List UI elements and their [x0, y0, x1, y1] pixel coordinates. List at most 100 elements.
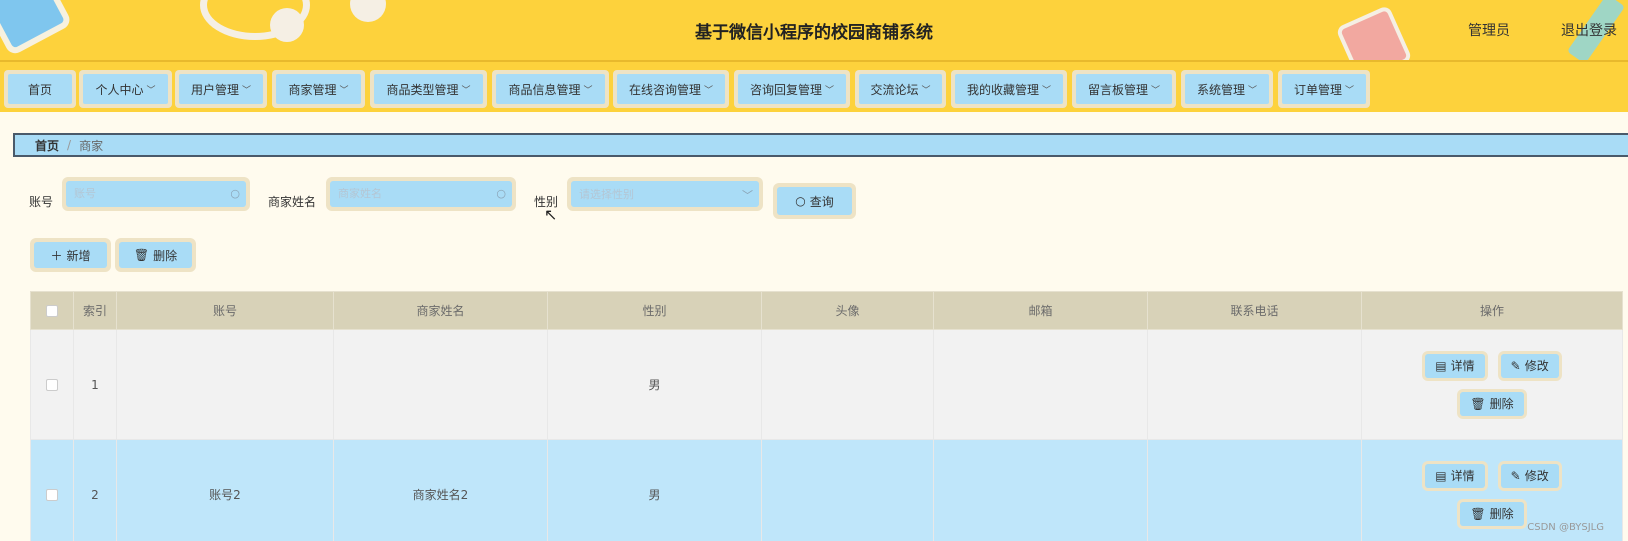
account-label: 账号	[29, 195, 54, 209]
nav-item-label: 商品信息管理	[508, 82, 581, 97]
logout-link[interactable]: 退出登录	[1561, 20, 1617, 40]
chevron-down-icon: ﹀	[146, 85, 156, 96]
mouse-cursor-icon: ↖	[544, 205, 558, 224]
column-header: 商家姓名	[333, 291, 548, 330]
search-icon: ○	[496, 187, 506, 200]
breadcrumb-home[interactable]: 首页	[35, 137, 59, 154]
nav-item-order-management[interactable]: 订单管理 ﹀	[1278, 70, 1370, 108]
nav-item-label: 商品类型管理	[386, 82, 459, 97]
column-header: 联系电话	[1147, 291, 1362, 330]
edit-button-label: 修改	[1524, 359, 1549, 373]
edit-button[interactable]: ✎ 修改	[1497, 350, 1562, 381]
breadcrumb: 首页 / 商家	[13, 133, 1628, 157]
nav-item-label: 交流论坛	[870, 82, 919, 97]
chevron-down-icon: ﹀	[461, 85, 471, 96]
detail-button[interactable]: ▤ 详情	[1422, 460, 1488, 491]
nav-item-label: 在线咨询管理	[628, 82, 701, 97]
add-button[interactable]: ＋新增	[30, 238, 111, 272]
index-cell: 1	[73, 329, 117, 440]
document-icon: ▤	[1435, 468, 1447, 483]
row-select-cell	[30, 439, 74, 541]
phone-cell	[1147, 329, 1362, 440]
search-icon: ○	[795, 194, 806, 208]
index-cell: 2	[73, 439, 117, 541]
nav-item-system-management[interactable]: 系统管理 ﹀	[1181, 70, 1273, 108]
delete-button-label: 删除	[153, 248, 178, 263]
column-header: 邮箱	[933, 291, 1148, 330]
watermark: CSDN @BYSJLG	[1527, 522, 1604, 533]
detail-button[interactable]: ▤ 详情	[1422, 350, 1488, 381]
account-field: ○	[62, 177, 250, 211]
query-button-label: 查询	[809, 194, 834, 209]
edit-button[interactable]: ✎ 修改	[1497, 460, 1562, 491]
delete-row-button-label: 删除	[1489, 397, 1514, 411]
select-all-cell	[30, 291, 74, 330]
table-row[interactable]: 1 男 ▤ 详情 ✎ 修改 🗑 删除	[30, 329, 1623, 440]
pencil-icon: ✎	[1510, 468, 1521, 483]
nav-item-merchant-management[interactable]: 商家管理 ﹀	[272, 70, 365, 108]
nav-item-label: 首页	[27, 82, 52, 97]
gender-cell: 男	[547, 329, 762, 440]
batch-delete-button[interactable]: 🗑 删除	[115, 238, 196, 272]
chevron-down-icon: ﹀	[339, 85, 349, 96]
header-bar: 基于微信小程序的校园商铺系统 管理员 退出登录	[0, 0, 1628, 60]
nav-item-favorites-management[interactable]: 我的收藏管理 ﹀	[951, 70, 1067, 108]
row-checkbox[interactable]	[46, 489, 58, 501]
account-input[interactable]	[74, 188, 238, 200]
select-all-checkbox[interactable]	[46, 305, 58, 317]
chevron-down-icon: ﹀	[742, 189, 753, 202]
detail-button-label: 详情	[1450, 359, 1475, 373]
chevron-down-icon: ﹀	[825, 85, 835, 96]
merchant-name-cell	[333, 329, 548, 440]
column-header: 账号	[116, 291, 334, 330]
table-row[interactable]: 2 账号2 商家姓名2 男 ▤ 详情 ✎ 修改 🗑 删除	[30, 439, 1623, 541]
search-icon: ○	[230, 187, 240, 200]
query-button[interactable]: ○ 查询	[773, 183, 856, 219]
nav-item-label: 系统管理	[1196, 82, 1245, 97]
chevron-down-icon: ﹀	[1345, 85, 1355, 96]
chevron-down-icon: ﹀	[704, 85, 714, 96]
nav-item-label: 留言板管理	[1087, 82, 1148, 97]
chevron-down-icon: ﹀	[1042, 85, 1052, 96]
delete-row-button[interactable]: 🗑 删除	[1457, 388, 1527, 419]
nav-item-message-board-management[interactable]: 留言板管理 ﹀	[1072, 70, 1176, 108]
column-header: 操作	[1361, 291, 1623, 330]
account-cell: 账号2	[116, 439, 334, 541]
row-checkbox[interactable]	[46, 379, 58, 391]
chevron-down-icon: ﹀	[583, 85, 593, 96]
nav-item-personal-center[interactable]: 个人中心 ﹀	[79, 70, 172, 108]
nav-item-product-info-management[interactable]: 商品信息管理 ﹀	[492, 70, 609, 108]
nav-item-home[interactable]: 首页	[4, 70, 76, 108]
nav-item-label: 个人中心	[95, 82, 144, 97]
phone-cell	[1147, 439, 1362, 541]
nav-item-user-management[interactable]: 用户管理 ﹀	[175, 70, 267, 108]
user-role-label[interactable]: 管理员	[1468, 20, 1510, 40]
breadcrumb-separator: /	[67, 138, 72, 152]
chevron-down-icon: ﹀	[921, 85, 931, 96]
delete-row-button[interactable]: 🗑 删除	[1457, 498, 1527, 529]
merchant-name-input[interactable]	[338, 188, 504, 200]
nav-item-forum[interactable]: 交流论坛 ﹀	[855, 70, 946, 108]
operations-cell: ▤ 详情 ✎ 修改 🗑 删除	[1361, 329, 1623, 440]
merchant-name-label: 商家姓名	[268, 195, 317, 209]
gender-select-placeholder: 请选择性别	[579, 188, 634, 201]
gender-select[interactable]: 请选择性别 ﹀	[567, 177, 763, 211]
nav-item-label: 订单管理	[1293, 82, 1342, 97]
nav-item-online-consult-management[interactable]: 在线咨询管理 ﹀	[613, 70, 729, 108]
column-header: 头像	[761, 291, 934, 330]
breadcrumb-current: 商家	[79, 138, 104, 153]
edit-button-label: 修改	[1524, 469, 1549, 483]
nav-item-label: 咨询回复管理	[749, 82, 822, 97]
top-nav: 首页 个人中心 ﹀ 用户管理 ﹀ 商家管理 ﹀ 商品类型管理 ﹀ 商品信息管理 ﹀ 在线咨…	[0, 60, 1628, 112]
trash-icon: 🗑	[1470, 506, 1486, 521]
chevron-down-icon: ﹀	[242, 85, 252, 96]
column-header: 性别	[547, 291, 762, 330]
trash-icon: 🗑	[133, 248, 150, 262]
nav-item-product-type-management[interactable]: 商品类型管理 ﹀	[370, 70, 487, 108]
nav-item-consult-reply-management[interactable]: 咨询回复管理 ﹀	[734, 70, 850, 108]
app-title: 基于微信小程序的校园商铺系统	[695, 23, 933, 43]
email-cell	[933, 329, 1148, 440]
email-cell	[933, 439, 1148, 541]
plus-icon: ＋	[50, 248, 63, 263]
row-select-cell	[30, 329, 74, 440]
